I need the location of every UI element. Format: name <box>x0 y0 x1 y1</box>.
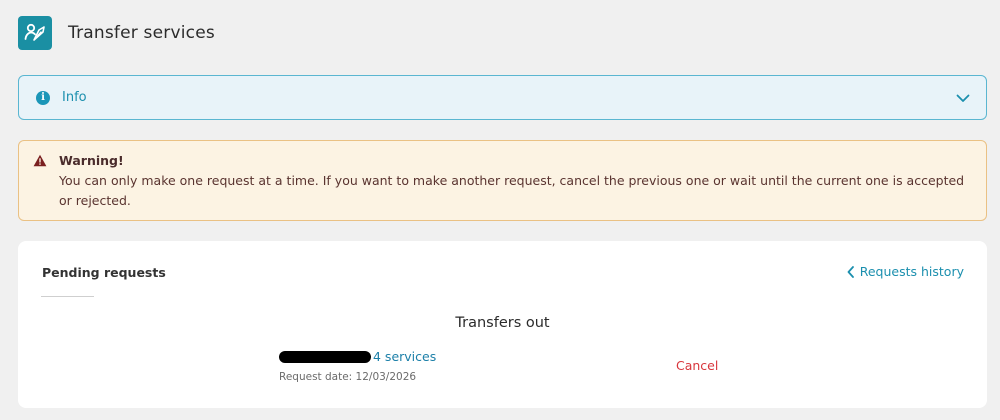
warning-message: You can only make one request at a time.… <box>59 173 965 208</box>
warning-icon <box>33 154 47 167</box>
chevron-left-icon <box>847 265 854 278</box>
tab-pending-requests[interactable]: Pending requests <box>42 265 166 280</box>
requests-history-label: Requests history <box>859 264 964 279</box>
page-title: Transfer services <box>68 23 215 43</box>
tab-underline <box>41 296 94 297</box>
requests-history-link[interactable]: Requests history <box>847 264 964 279</box>
info-label: Info <box>62 90 87 105</box>
info-accordion[interactable]: i Info <box>18 75 987 120</box>
redacted-name <box>279 351 371 363</box>
warning-header: Warning! <box>33 153 970 168</box>
warning-alert: Warning! You can only make one request a… <box>18 140 987 221</box>
pending-requests-card: Pending requests Requests history Transf… <box>18 241 987 408</box>
services-link[interactable]: 4 services <box>373 349 436 364</box>
section-title: Transfers out <box>455 315 550 331</box>
page: Transfer services i Info Warning! You ca… <box>0 0 1000 420</box>
transfer-user-icon <box>18 16 52 50</box>
page-header: Transfer services <box>18 16 215 50</box>
chevron-down-icon[interactable] <box>956 88 970 107</box>
info-icon: i <box>36 90 50 105</box>
request-date: Request date: 12/03/2026 <box>279 371 417 383</box>
warning-title: Warning! <box>59 153 124 168</box>
cancel-button[interactable]: Cancel <box>676 358 718 373</box>
